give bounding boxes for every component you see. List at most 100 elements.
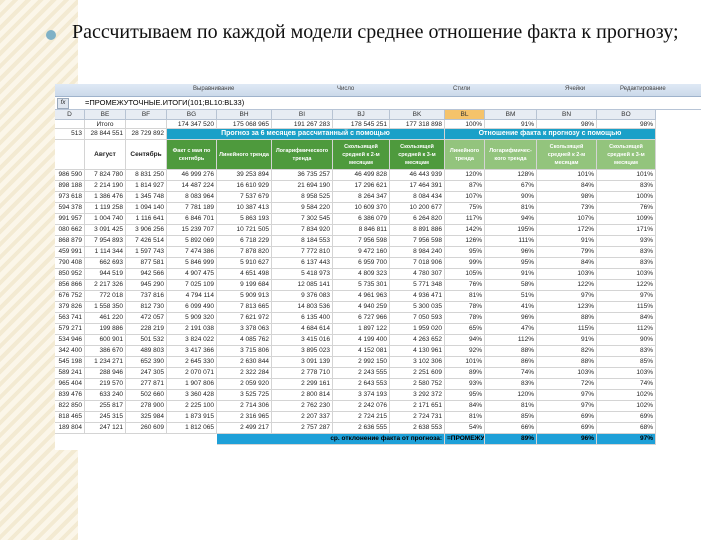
table-cell[interactable]: 342 400 [55,346,85,357]
table-cell[interactable]: 5 418 973 [272,269,333,280]
totals-cell[interactable]: 100% [445,120,485,129]
table-cell[interactable]: 822 850 [55,401,85,412]
table-cell[interactable]: 2 800 814 [272,390,333,401]
table-cell[interactable]: 2 778 710 [272,368,333,379]
table-cell[interactable]: 14 803 536 [272,302,333,313]
table-cell[interactable]: 97% [537,390,597,401]
column-header-bn[interactable]: BN [537,110,597,120]
table-cell[interactable]: 3 715 806 [217,346,272,357]
table-cell[interactable]: 9 584 220 [272,203,333,214]
ribbon-group-editing[interactable]: Редактирование [620,86,666,92]
table-cell[interactable]: 737 816 [126,291,167,302]
table-cell[interactable]: 17 296 621 [333,181,390,192]
column-title[interactable]: Август [85,140,126,170]
table-cell[interactable]: 3 102 306 [390,357,445,368]
table-cell[interactable]: 1 094 140 [126,203,167,214]
table-cell[interactable]: 1 234 271 [85,357,126,368]
table-cell[interactable]: 101% [597,170,656,181]
table-cell[interactable]: 1 597 743 [126,247,167,258]
table-cell[interactable]: 1 386 476 [85,192,126,203]
table-cell[interactable]: 103% [597,269,656,280]
totals-cell[interactable]: 91% [485,120,537,129]
table-cell[interactable]: 4 936 471 [390,291,445,302]
table-cell[interactable]: 1 114 344 [85,247,126,258]
table-cell[interactable]: 83% [597,181,656,192]
table-cell[interactable]: 92% [445,346,485,357]
table-cell[interactable]: 89% [445,368,485,379]
table-cell[interactable]: 72% [537,379,597,390]
table-cell[interactable]: 96% [485,313,537,324]
table-cell[interactable]: 100% [597,192,656,203]
deviation-value[interactable]: 97% [597,434,656,445]
table-cell[interactable]: 39 253 894 [217,170,272,181]
ribbon-group-styles[interactable]: Стили [453,86,470,92]
table-cell[interactable]: 8 084 434 [390,192,445,203]
table-cell[interactable]: 2 299 161 [272,379,333,390]
table-cell[interactable]: 142% [445,225,485,236]
table-cell[interactable]: 1 345 748 [126,192,167,203]
table-cell[interactable]: 1 907 806 [167,379,217,390]
table-cell[interactable]: 88% [537,357,597,368]
row-cell[interactable]: 28 729 892 [126,129,167,140]
table-cell[interactable]: 67% [485,181,537,192]
table-cell[interactable]: 65% [445,324,485,335]
table-cell[interactable]: 2 070 071 [167,368,217,379]
table-cell[interactable]: 2 643 553 [333,379,390,390]
table-cell[interactable]: 84% [597,313,656,324]
table-cell[interactable]: 81% [485,203,537,214]
table-cell[interactable]: 95% [485,258,537,269]
table-cell[interactable]: 6 137 443 [272,258,333,269]
table-cell[interactable]: 76% [445,280,485,291]
table-cell[interactable]: 172% [537,225,597,236]
table-cell[interactable]: 117% [445,214,485,225]
column-header-bg[interactable]: BG [167,110,217,120]
table-cell[interactable]: 5 300 035 [390,302,445,313]
totals-cell[interactable] [126,120,167,129]
totals-cell[interactable]: 178 545 251 [333,120,390,129]
table-cell[interactable]: 16 610 929 [217,181,272,192]
table-cell[interactable]: 2 243 555 [333,368,390,379]
table-cell[interactable]: 120% [445,170,485,181]
table-cell[interactable]: 1 897 122 [333,324,390,335]
ribbon-group-number[interactable]: Число [337,86,354,92]
table-cell[interactable]: 3 360 428 [167,390,217,401]
column-title[interactable] [55,140,85,170]
ribbon-group-alignment[interactable]: Выравнивание [193,86,234,92]
column-title[interactable]: Скользящей средней к 2-м месяцам [333,140,390,170]
table-cell[interactable]: 109% [597,214,656,225]
ratio-band-header[interactable]: Отношение факта к прогнозу с помощью [445,129,656,140]
table-cell[interactable]: 534 946 [55,335,85,346]
table-cell[interactable]: 5 846 999 [167,258,217,269]
table-cell[interactable]: 93% [597,236,656,247]
table-cell[interactable]: 589 241 [55,368,85,379]
column-header-bm[interactable]: BM [485,110,537,120]
table-cell[interactable]: 107% [537,214,597,225]
table-cell[interactable]: 86% [485,357,537,368]
table-cell[interactable]: 461 220 [85,313,126,324]
table-cell[interactable]: 8 083 964 [167,192,217,203]
table-cell[interactable]: 2 171 651 [390,401,445,412]
table-cell[interactable]: 46 499 828 [333,170,390,181]
table-cell[interactable]: 36 735 257 [272,170,333,181]
forecast-band-header[interactable]: Прогноз за 6 месяцев рассчитанный с помо… [167,129,445,140]
ribbon-group-cells[interactable]: Ячейки [565,86,585,92]
table-cell[interactable]: 2 580 752 [390,379,445,390]
table-cell[interactable]: 5 892 069 [167,236,217,247]
table-cell[interactable]: 97% [597,291,656,302]
table-cell[interactable]: 255 817 [85,401,126,412]
table-cell[interactable]: 501 532 [126,335,167,346]
table-cell[interactable]: 2 217 326 [85,280,126,291]
table-cell[interactable]: 83% [485,379,537,390]
totals-cell[interactable] [55,120,85,129]
table-cell[interactable]: 4 794 114 [167,291,217,302]
column-title[interactable]: Скользящей средней к 3-м месяцам [597,140,656,170]
table-cell[interactable]: 288 946 [85,368,126,379]
table-cell[interactable]: 5 909 913 [217,291,272,302]
column-title[interactable]: Факт с мая по сентябрь [167,140,217,170]
table-cell[interactable]: 247 121 [85,423,126,434]
table-cell[interactable]: 4 130 961 [390,346,445,357]
table-cell[interactable]: 1 116 641 [126,214,167,225]
table-cell[interactable]: 73% [537,203,597,214]
table-cell[interactable]: 3 378 063 [217,324,272,335]
column-header-be[interactable]: BE [85,110,126,120]
